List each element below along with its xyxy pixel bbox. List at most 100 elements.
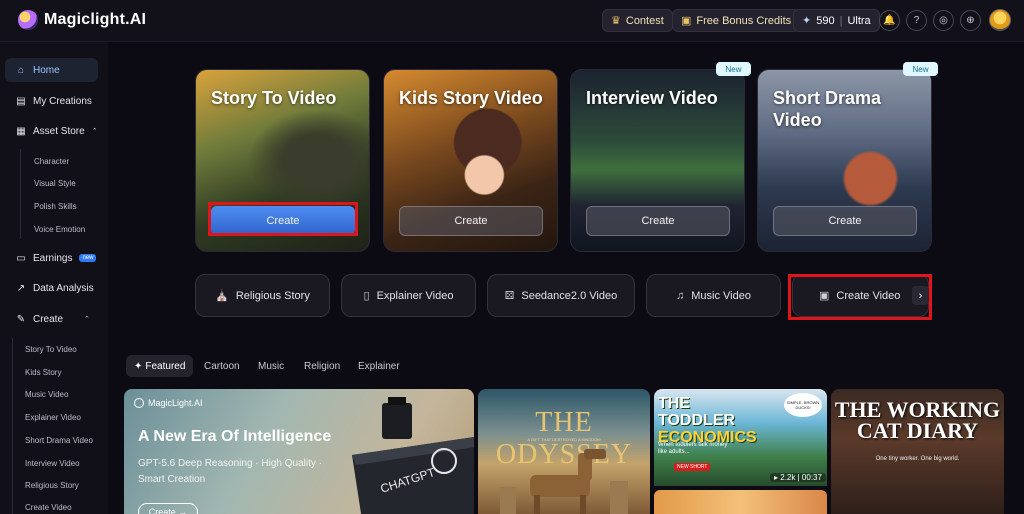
- music-video-button[interactable]: ♫ Music Video: [646, 274, 781, 317]
- religious-story-button[interactable]: ⛪ Religious Story: [195, 274, 330, 317]
- credits-count: 590: [816, 14, 835, 27]
- featured-working-cat-diary[interactable]: THE WORKING CAT DIARY One tiny worker. O…: [831, 389, 1004, 514]
- sidebar-sub-polish-skills[interactable]: Polish Skills: [34, 202, 77, 211]
- featured-toddler-economics[interactable]: THE TODDLER ECONOMICS When toddlers talk…: [654, 389, 827, 486]
- sidebar-item-asset-store[interactable]: ▦ Asset Store ⌃: [5, 119, 98, 143]
- sidebar-sub-short-drama-video[interactable]: Short Drama Video: [25, 436, 93, 445]
- ship-illustration: CHATGPT: [352, 397, 474, 514]
- featured-banner[interactable]: MagicLight.AI A New Era Of Intelligence …: [124, 389, 474, 514]
- working-cat-title: THE WORKING CAT DIARY: [834, 397, 1001, 443]
- tab-religion[interactable]: Religion: [304, 355, 340, 377]
- sidebar-sub-create-video[interactable]: Create Video: [25, 503, 72, 512]
- video-duration: 00:37: [801, 473, 822, 482]
- new-badge: New: [716, 62, 751, 76]
- card-interview-video[interactable]: Interview Video Create: [570, 69, 745, 252]
- sparkle-icon: ✦: [802, 15, 812, 27]
- chart-icon: ↗: [16, 282, 26, 294]
- help-icon[interactable]: ?: [906, 10, 927, 31]
- toddler-title: THE TODDLER ECONOMICS: [658, 395, 757, 446]
- card-title: Interview Video: [586, 88, 718, 108]
- view-count: 2.2k: [780, 473, 796, 482]
- tab-explainer[interactable]: Explainer: [358, 355, 400, 377]
- sidebar-item-label: Asset Store: [33, 125, 85, 137]
- sidebar-sub-character[interactable]: Character: [34, 157, 69, 166]
- featured-odyssey[interactable]: THE ODYSSEY A GIFT THAT DESTROYED A KING…: [478, 389, 650, 514]
- featured-thumbnail-partial[interactable]: [654, 490, 827, 514]
- dice-icon: ⚄: [504, 290, 515, 302]
- sidebar-sub-religious-story[interactable]: Religious Story: [25, 481, 79, 490]
- explainer-video-button[interactable]: ▯ Explainer Video: [341, 274, 476, 317]
- tab-cartoon[interactable]: Cartoon: [204, 355, 240, 377]
- sidebar-sub-explainer-video[interactable]: Explainer Video: [25, 413, 81, 422]
- type-label: Seedance2.0 Video: [521, 289, 618, 302]
- sidebar-item-data-analysis[interactable]: ↗ Data Analysis: [5, 276, 98, 300]
- submenu-divider: [12, 338, 13, 514]
- seedance-video-button[interactable]: ⚄ Seedance2.0 Video: [487, 274, 635, 317]
- sidebar-item-create[interactable]: ✎ Create ⌃: [5, 307, 98, 331]
- card-kids-story-video[interactable]: Kids Story Video Create: [383, 69, 558, 252]
- notification-bell-icon[interactable]: 🔔: [879, 10, 900, 31]
- toddler-note: When toddlers talk money like adults...: [658, 442, 728, 455]
- chevron-up-icon: ⌃: [84, 316, 90, 323]
- folder-icon: ▤: [16, 95, 26, 107]
- app-name: Magiclight.AI: [44, 11, 147, 28]
- globe-language-icon[interactable]: ⊕: [960, 10, 981, 31]
- store-icon: ▦: [16, 125, 26, 137]
- speech-bubble: SIMPLE, BROWN DUCKS!: [784, 393, 822, 417]
- sidebar-item-label: Data Analysis: [33, 282, 94, 294]
- highlight-box: [788, 274, 932, 320]
- sidebar-sub-kids-story[interactable]: Kids Story: [25, 368, 61, 377]
- tab-featured[interactable]: ✦ Featured: [126, 355, 194, 377]
- type-label: Music Video: [691, 289, 751, 302]
- sparkle-icon: ✦: [134, 360, 143, 372]
- contest-label: Contest: [625, 14, 664, 27]
- card-title: Story To Video: [211, 88, 337, 108]
- discord-icon[interactable]: ◎: [933, 10, 954, 31]
- sidebar-sub-story-to-video[interactable]: Story To Video: [25, 345, 77, 354]
- credits-plan-button[interactable]: ✦ 590 | Ultra: [793, 9, 880, 32]
- trophy-icon: ♛: [611, 15, 621, 27]
- earnings-icon: ▭: [16, 252, 26, 264]
- plan-separator: |: [839, 14, 843, 27]
- card-title: Short Drama Video: [773, 88, 882, 130]
- card-title: Kids Story Video: [399, 88, 543, 108]
- sidebar-sub-voice-emotion[interactable]: Voice Emotion: [34, 225, 85, 234]
- banner-create-button[interactable]: Create →: [138, 503, 198, 514]
- sidebar-sub-interview-video[interactable]: Interview Video: [25, 459, 80, 468]
- type-label: Explainer Video: [376, 289, 454, 302]
- highlight-box: [208, 202, 358, 236]
- working-cat-subtitle: One tiny worker. One big world.: [875, 456, 960, 462]
- app-logo[interactable]: Magiclight.AI: [18, 10, 146, 30]
- interview-create-button[interactable]: Create: [586, 206, 730, 236]
- sidebar-item-home[interactable]: ⌂ Home: [5, 58, 98, 82]
- create-icon: ✎: [16, 313, 26, 325]
- gift-icon: ▣: [681, 15, 692, 27]
- brand-logo-icon: [134, 398, 144, 408]
- sidebar-item-earnings[interactable]: ▭ Earnings new: [5, 246, 98, 270]
- short-drama-create-button[interactable]: Create: [773, 206, 917, 236]
- free-bonus-credits-button[interactable]: ▣ Free Bonus Credits: [672, 9, 801, 32]
- submenu-divider: [20, 149, 21, 239]
- brand-name: MagicLight.AI: [148, 398, 203, 408]
- sidebar-item-my-creations[interactable]: ▤ My Creations: [5, 89, 98, 113]
- top-bar: Magiclight.AI ♛ Contest ▣ Free Bonus Cre…: [0, 0, 1024, 42]
- trojan-horse-illustration: [500, 449, 628, 514]
- logo-icon: [18, 10, 38, 30]
- sidebar-item-label: Earnings: [33, 252, 73, 264]
- church-icon: ⛪: [215, 290, 229, 302]
- tab-label: Featured: [145, 360, 186, 372]
- sidebar-item-label: Create: [33, 313, 64, 325]
- chevron-up-icon: ⌃: [91, 128, 98, 135]
- sidebar-sub-music-video[interactable]: Music Video: [25, 390, 68, 399]
- contest-button[interactable]: ♛ Contest: [602, 9, 673, 32]
- odyssey-subtitle: A GIFT THAT DESTROYED A KINGDOM: [527, 437, 601, 442]
- tab-music[interactable]: Music: [258, 355, 284, 377]
- plan-name: Ultra: [847, 14, 871, 27]
- kids-story-create-button[interactable]: Create: [399, 206, 543, 236]
- card-short-drama-video[interactable]: Short Drama Video Create: [757, 69, 932, 252]
- sidebar-sub-visual-style[interactable]: Visual Style: [34, 179, 76, 188]
- user-avatar[interactable]: [989, 9, 1011, 31]
- new-badge: New: [903, 62, 938, 76]
- toddler-prefix: THE: [658, 395, 690, 412]
- bonus-label: Free Bonus Credits: [696, 14, 792, 27]
